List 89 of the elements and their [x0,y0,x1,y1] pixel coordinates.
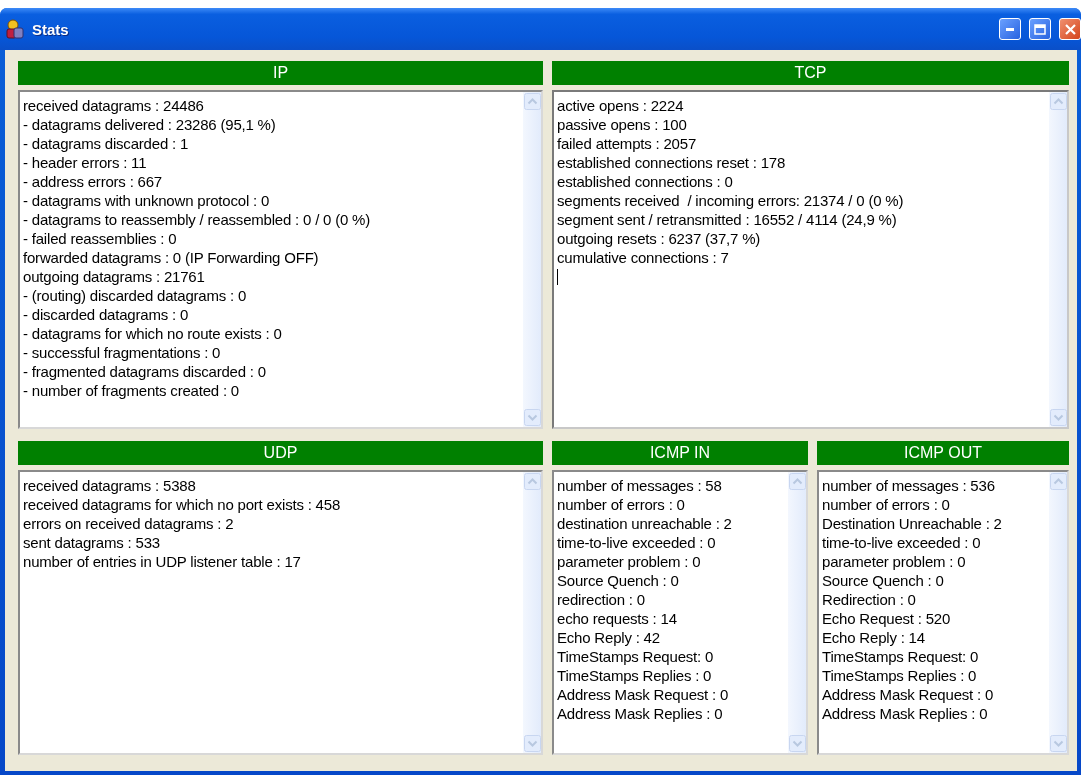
stat-line: established connections : 0 [557,172,733,191]
scroll-down-icon[interactable] [789,735,806,752]
stat-line: destination unreachable : 2 [557,514,732,533]
stat-line: echo requests : 14 [557,609,677,628]
scrollbar[interactable] [523,92,541,427]
stat-line: - datagrams to reassembly / reassembled : 0 / 0 (0 %) [23,210,371,229]
stat-line: Source Quench : 0 [557,571,679,590]
scroll-up-icon[interactable] [789,473,806,490]
stat-line: cumulative connections : 7 [557,248,729,267]
maximize-button[interactable] [1029,18,1051,40]
minimize-button[interactable] [999,18,1021,40]
minimize-icon [1006,27,1014,31]
stat-line: TimeStamps Request: 0 [557,647,714,666]
stat-line: time-to-live exceeded : 0 [822,533,981,552]
scroll-up-icon[interactable] [524,93,541,110]
stat-line: - (routing) discarded datagrams : 0 [23,286,247,305]
scroll-up-icon[interactable] [1050,93,1067,110]
stat-line: received datagrams for which no port exists : 458 [23,495,341,514]
stat-line: - datagrams for which no route exists : 0 [23,324,282,343]
stats-text-area[interactable] [817,470,1069,755]
stat-line: received datagrams : 5388 [23,476,196,495]
panel-header: ICMP IN [552,441,808,465]
panel-header: IP [18,61,543,85]
stat-line: Echo Reply : 42 [557,628,660,647]
stat-line: Address Mask Replies : 0 [822,704,988,723]
stat-line: Redirection : 0 [822,590,916,609]
panel-header: TCP [552,61,1069,85]
stat-line: outgoing datagrams : 21761 [23,267,205,286]
stat-line: TimeStamps Request: 0 [822,647,979,666]
maximize-icon [1034,23,1046,35]
stat-line: TimeStamps Replies : 0 [557,666,712,685]
scrollbar[interactable] [788,472,806,753]
stat-line: number of errors : 0 [557,495,685,514]
stat-line: forwarded datagrams : 0 (IP Forwarding OFF) [23,248,319,267]
stat-line: number of entries in UDP listener table : 17 [23,552,301,571]
stat-line: - successful fragmentations : 0 [23,343,221,362]
stat-line: established connections reset : 178 [557,153,786,172]
stat-line: failed attempts : 2057 [557,134,697,153]
stats-text-area[interactable] [552,90,1069,429]
scroll-down-icon[interactable] [1050,409,1067,426]
stat-line: - datagrams discarded : 1 [23,134,189,153]
scroll-down-icon[interactable] [524,409,541,426]
stat-line: - number of fragments created : 0 [23,381,239,400]
stat-line: redirection : 0 [557,590,645,609]
stat-line: number of messages : 536 [822,476,995,495]
stat-line: segments received / incoming errors: 21374 / 0 (0 %) [557,191,904,210]
scroll-up-icon[interactable] [524,473,541,490]
scroll-down-icon[interactable] [1050,735,1067,752]
stat-line: parameter problem : 0 [557,552,701,571]
stat-line: - failed reassemblies : 0 [23,229,177,248]
stat-line: Source Quench : 0 [822,571,944,590]
stat-line: Echo Reply : 14 [822,628,925,647]
stat-line: segment sent / retransmitted : 16552 / 4114 (24,9 %) [557,210,897,229]
stat-line: - fragmented datagrams discarded : 0 [23,362,266,381]
scrollbar[interactable] [1049,472,1067,753]
panel-header: ICMP OUT [817,441,1069,465]
stat-line: parameter problem : 0 [822,552,966,571]
stat-line: received datagrams : 24486 [23,96,204,115]
stats-text-area[interactable] [552,470,808,755]
stat-line: time-to-live exceeded : 0 [557,533,716,552]
stat-line: number of errors : 0 [822,495,950,514]
stat-line: Address Mask Request : 0 [557,685,729,704]
stat-line: active opens : 2224 [557,96,684,115]
close-icon [1064,23,1076,35]
panel-header: UDP [18,441,543,465]
stat-line: - datagrams with unknown protocol : 0 [23,191,270,210]
stat-line: Address Mask Request : 0 [822,685,994,704]
stat-line: errors on received datagrams : 2 [23,514,234,533]
app-icon [4,18,26,40]
stat-line: outgoing resets : 6237 (37,7 %) [557,229,761,248]
stat-line: - datagrams delivered : 23286 (95,1 %) [23,115,276,134]
scrollbar[interactable] [1049,92,1067,427]
scrollbar[interactable] [523,472,541,753]
scroll-down-icon[interactable] [524,735,541,752]
scroll-up-icon[interactable] [1050,473,1067,490]
stat-line: - discarded datagrams : 0 [23,305,189,324]
close-button[interactable] [1059,18,1081,40]
window-title: Stats [32,20,70,38]
stats-text-area[interactable]: received datagrams : 5388 received datagrams for which no port exists : 458 errors on received datagrams : 2 sent datagrams : 533 number of entries in UDP listener table : 17 [18,470,543,755]
stat-line: Address Mask Replies : 0 [557,704,723,723]
stat-line: - header errors : 11 [23,153,147,172]
stat-line: passive opens : 100 [557,115,687,134]
stat-line: Destination Unreachable : 2 [822,514,1002,533]
stat-line: Echo Request : 520 [822,609,951,628]
stat-line: number of messages : 58 [557,476,722,495]
stat-line: - address errors : 667 [23,172,162,191]
stats-text-area[interactable] [18,90,543,429]
stat-line: TimeStamps Replies : 0 [822,666,977,685]
stat-line: sent datagrams : 533 [23,533,160,552]
